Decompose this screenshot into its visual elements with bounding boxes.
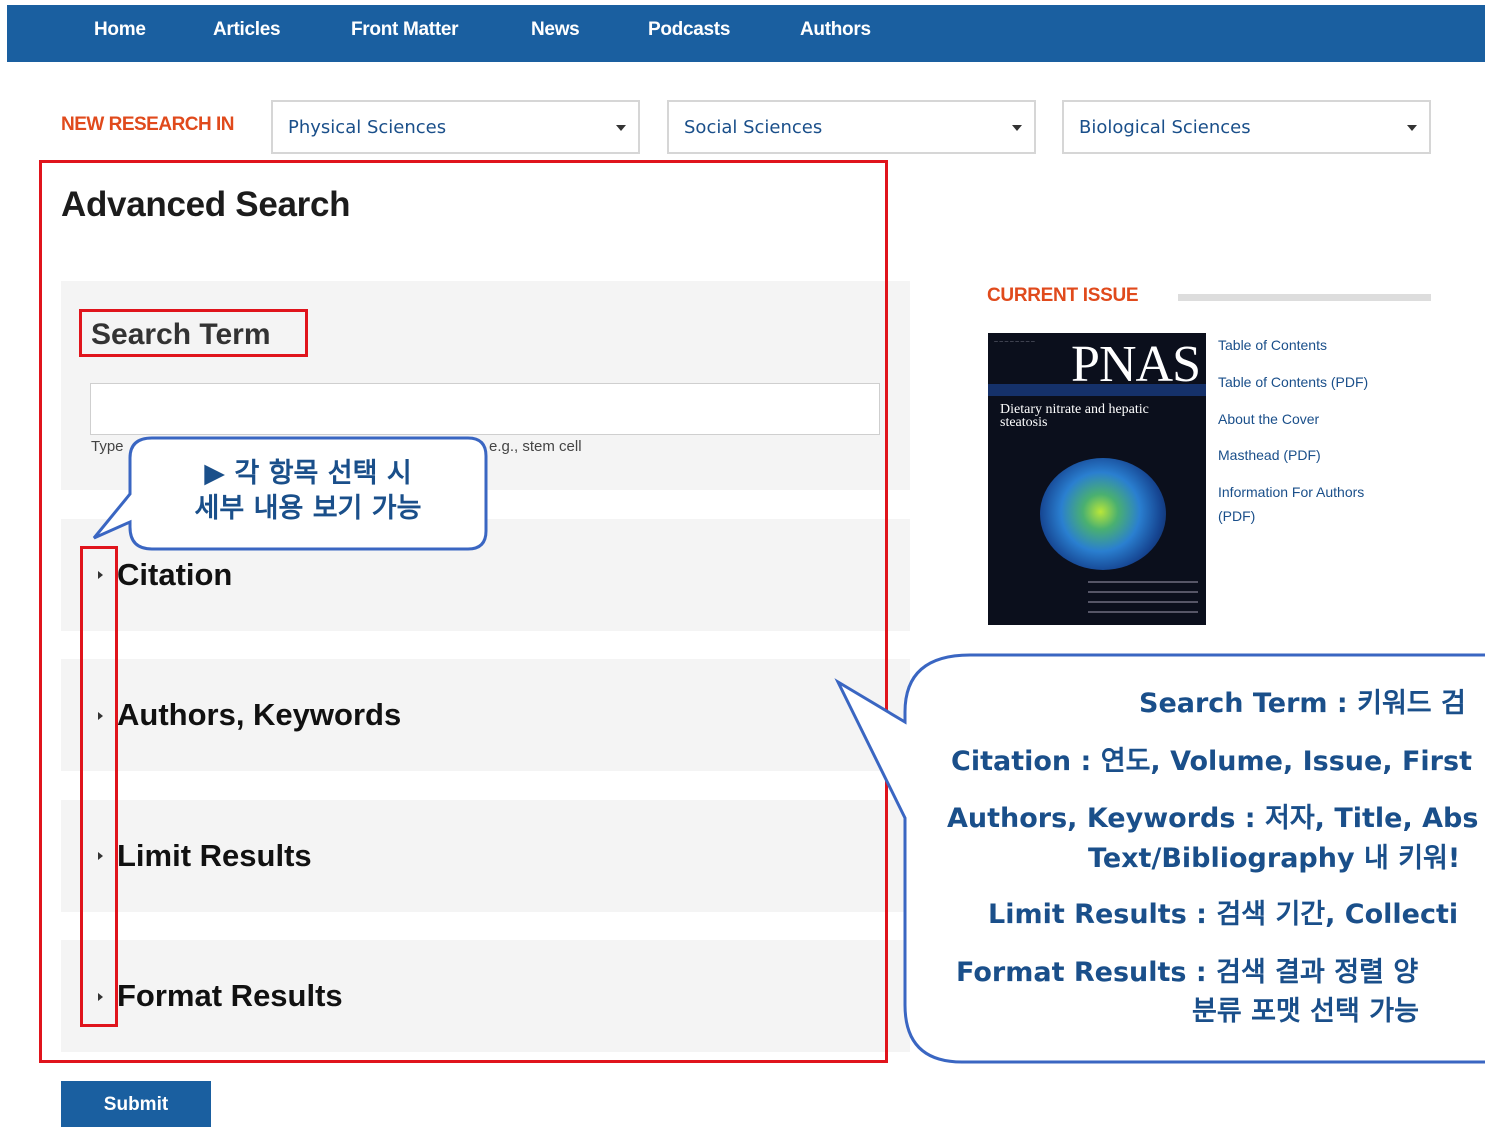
select-value: Social Sciences (684, 117, 823, 138)
nav-podcasts[interactable]: Podcasts (648, 19, 730, 41)
toc-pdf-link[interactable]: Table of Contents (PDF) (1218, 374, 1368, 390)
cover-microscopy-image (1040, 458, 1166, 570)
new-research-label: NEW RESEARCH IN (61, 114, 235, 135)
cover-masthead-line: — — — — — — — — (994, 339, 1035, 344)
small-callout-line: 세부 내용 보기 가능 (194, 493, 422, 524)
cover-headline: Dietary nitrate and hepatic steatosis (1000, 402, 1149, 430)
small-callout-line: ▶ 각 항목 선택 시 (204, 458, 412, 489)
journal-cover-image[interactable]: — — — — — — — — PNAS Dietary nitrate and… (988, 333, 1206, 625)
large-callout-bubble (834, 653, 1485, 1064)
masthead-pdf-link[interactable]: Masthead (PDF) (1218, 447, 1321, 463)
cover-band (988, 384, 1206, 396)
chevron-down-icon (616, 125, 626, 131)
callout-line-limit: Limit Results : 검색 기간, Collecti (988, 899, 1459, 930)
callout-line-format-2: 분류 포맷 선택 가능 (1192, 996, 1419, 1027)
expand-icons-highlight (80, 546, 118, 1027)
nav-authors[interactable]: Authors (800, 19, 871, 41)
callout-line-format: Format Results : 검색 결과 정렬 양 (956, 957, 1419, 988)
chevron-down-icon (1012, 125, 1022, 131)
nav-news[interactable]: News (531, 19, 580, 41)
nav-articles[interactable]: Articles (213, 19, 281, 41)
advanced-search-highlight (39, 160, 888, 1063)
callout-line-authors-2: Text/Bibliography 내 키워! (1088, 843, 1461, 874)
physical-sciences-select[interactable]: Physical Sciences (271, 100, 640, 154)
current-issue-title: CURRENT ISSUE (987, 285, 1139, 306)
about-cover-link[interactable]: About the Cover (1218, 411, 1319, 427)
select-value: Biological Sciences (1079, 117, 1251, 138)
info-authors-pdf-link[interactable]: (PDF) (1218, 508, 1255, 524)
small-callout-text: ▶ 각 항목 선택 시 세부 내용 보기 가능 (130, 456, 486, 526)
biological-sciences-select[interactable]: Biological Sciences (1062, 100, 1431, 154)
callout-line-authors: Authors, Keywords : 저자, Title, Abs (947, 803, 1479, 834)
submit-button[interactable]: Submit (61, 1081, 211, 1127)
cover-article-lines (1088, 581, 1198, 621)
chevron-down-icon (1407, 125, 1417, 131)
nav-front-matter[interactable]: Front Matter (351, 19, 459, 41)
nav-home[interactable]: Home (94, 19, 146, 41)
toc-link[interactable]: Table of Contents (1218, 337, 1327, 353)
select-value: Physical Sciences (288, 117, 447, 138)
current-issue-divider (1178, 294, 1431, 301)
info-authors-link[interactable]: Information For Authors (1218, 484, 1364, 500)
top-nav: Home Articles Front Matter News Podcasts… (7, 5, 1485, 62)
social-sciences-select[interactable]: Social Sciences (667, 100, 1036, 154)
callout-line-search-term: Search Term : 키워드 검 (1139, 688, 1466, 719)
callout-line-citation: Citation : 연도, Volume, Issue, First (951, 746, 1472, 777)
